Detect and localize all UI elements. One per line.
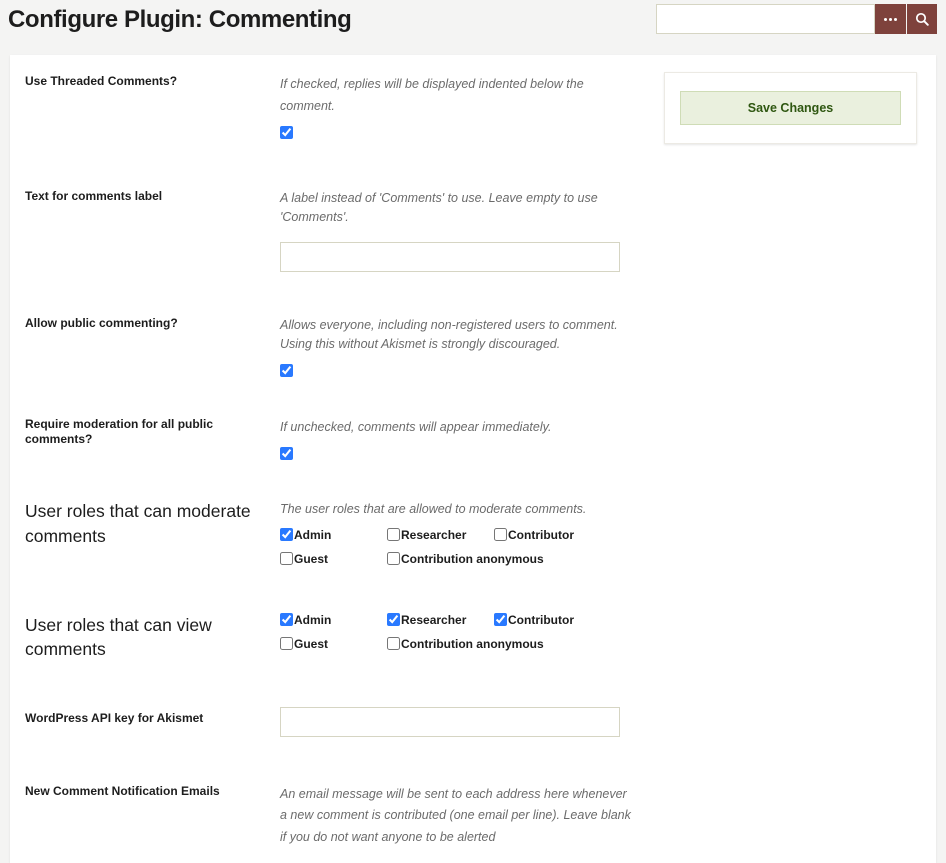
role-label: Contributor bbox=[508, 612, 574, 627]
role-checkbox-contributor[interactable]: Contributor bbox=[494, 613, 574, 627]
roles-row: Admin Researcher Contributor bbox=[280, 613, 637, 627]
field-help: An email message will be sent to each ad… bbox=[280, 786, 631, 844]
moderate-contributor-checkbox[interactable] bbox=[494, 528, 507, 541]
role-label: Researcher bbox=[401, 527, 467, 542]
save-changes-card: Save Changes bbox=[664, 72, 917, 144]
search-bar bbox=[656, 4, 937, 34]
threaded-checkbox-row bbox=[280, 124, 637, 142]
top-bar: Configure Plugin: Commenting bbox=[0, 0, 946, 40]
role-checkbox-researcher[interactable]: Researcher bbox=[387, 613, 494, 627]
public-commenting-checkbox[interactable] bbox=[280, 363, 293, 377]
field-help: Allows everyone, including non-registere… bbox=[280, 317, 618, 352]
view-guest-checkbox[interactable] bbox=[280, 637, 293, 650]
roles-row: Guest Contribution anonymous bbox=[280, 637, 637, 651]
roles-row: Guest Contribution anonymous bbox=[280, 552, 637, 566]
field-body: A label instead of 'Comments' to use. Le… bbox=[280, 189, 655, 272]
view-roles-group: Admin Researcher Contributor Guest Contr… bbox=[280, 613, 637, 651]
field-body: The user roles that are allowed to moder… bbox=[280, 499, 655, 576]
field-label: Require moderation for all public commen… bbox=[25, 416, 214, 446]
role-checkbox-researcher[interactable]: Researcher bbox=[387, 528, 494, 542]
field-moderate-roles: User roles that can moderate comments Th… bbox=[10, 463, 655, 576]
configure-plugin-page: Configure Plugin: Commenting Use Threade… bbox=[0, 0, 946, 863]
role-checkbox-contribution-anonymous[interactable]: Contribution anonymous bbox=[387, 637, 544, 651]
threaded-comments-checkbox[interactable] bbox=[280, 126, 293, 139]
page-title: Configure Plugin: Commenting bbox=[8, 6, 352, 33]
field-require-moderation: Require moderation for all public commen… bbox=[10, 380, 655, 464]
role-label: Admin bbox=[294, 612, 332, 627]
field-label: User roles that can view comments bbox=[25, 614, 212, 660]
more-options-button[interactable] bbox=[875, 4, 906, 34]
view-admin-checkbox[interactable] bbox=[280, 613, 293, 626]
role-label: Admin bbox=[294, 527, 332, 542]
view-contributor-checkbox[interactable] bbox=[494, 613, 507, 626]
field-label: Text for comments label bbox=[25, 189, 163, 203]
field-comments-label: Text for comments label A label instead … bbox=[10, 142, 655, 272]
field-public-commenting: Allow public commenting? Allows everyone… bbox=[10, 272, 655, 380]
role-label: Contributor bbox=[508, 527, 574, 542]
view-anonymous-checkbox[interactable] bbox=[387, 637, 400, 650]
field-threaded-comments: Use Threaded Comments? If checked, repli… bbox=[10, 55, 655, 142]
role-checkbox-contributor[interactable]: Contributor bbox=[494, 528, 574, 542]
role-checkbox-guest[interactable]: Guest bbox=[280, 637, 387, 651]
comments-label-input[interactable] bbox=[280, 241, 620, 272]
require-moderation-checkbox-row bbox=[280, 445, 637, 463]
field-body: Admin Researcher Contributor Guest Contr… bbox=[280, 613, 655, 662]
field-body: If checked, replies will be displayed in… bbox=[280, 74, 655, 142]
field-notification-emails: New Comment Notification Emails An email… bbox=[10, 737, 655, 849]
field-akismet-key: WordPress API key for Akismet bbox=[10, 662, 655, 737]
save-changes-button[interactable]: Save Changes bbox=[680, 91, 901, 125]
field-body: An email message will be sent to each ad… bbox=[280, 784, 655, 849]
field-label: Allow public commenting? bbox=[25, 315, 178, 330]
role-checkbox-guest[interactable]: Guest bbox=[280, 552, 387, 566]
role-label: Guest bbox=[294, 636, 329, 651]
search-button[interactable] bbox=[906, 4, 937, 34]
moderate-admin-checkbox[interactable] bbox=[280, 528, 293, 541]
role-label: Contribution anonymous bbox=[401, 551, 544, 566]
field-view-roles: User roles that can view comments Admin … bbox=[10, 576, 655, 662]
ellipsis-icon bbox=[884, 17, 897, 21]
moderate-anonymous-checkbox[interactable] bbox=[387, 552, 400, 565]
view-researcher-checkbox[interactable] bbox=[387, 613, 400, 626]
field-label: WordPress API key for Akismet bbox=[25, 710, 204, 725]
field-help: A label instead of 'Comments' to use. Le… bbox=[280, 191, 598, 225]
content-panel: Use Threaded Comments? If checked, repli… bbox=[10, 55, 936, 863]
field-help: If unchecked, comments will appear immed… bbox=[280, 419, 552, 434]
public-commenting-checkbox-row bbox=[280, 362, 637, 380]
moderate-roles-group: Admin Researcher Contributor Guest Contr… bbox=[280, 528, 637, 566]
search-icon bbox=[915, 12, 929, 26]
field-help: If checked, replies will be displayed in… bbox=[280, 77, 584, 113]
moderate-guest-checkbox[interactable] bbox=[280, 552, 293, 565]
role-checkbox-admin[interactable]: Admin bbox=[280, 528, 387, 542]
akismet-key-input[interactable] bbox=[280, 706, 620, 737]
search-input[interactable] bbox=[656, 4, 875, 34]
field-label: User roles that can moderate comments bbox=[25, 501, 251, 546]
role-label: Researcher bbox=[401, 612, 467, 627]
field-label: Use Threaded Comments? bbox=[25, 74, 178, 88]
roles-row: Admin Researcher Contributor bbox=[280, 528, 637, 542]
role-label: Guest bbox=[294, 551, 329, 566]
role-label: Contribution anonymous bbox=[401, 636, 544, 651]
field-body: Allows everyone, including non-registere… bbox=[280, 316, 655, 380]
field-body: If unchecked, comments will appear immed… bbox=[280, 417, 655, 464]
field-body bbox=[280, 706, 655, 737]
role-checkbox-contribution-anonymous[interactable]: Contribution anonymous bbox=[387, 552, 544, 566]
moderate-researcher-checkbox[interactable] bbox=[387, 528, 400, 541]
field-label: New Comment Notification Emails bbox=[25, 783, 220, 798]
field-help: The user roles that are allowed to moder… bbox=[280, 502, 587, 516]
settings-form: Use Threaded Comments? If checked, repli… bbox=[10, 55, 655, 848]
role-checkbox-admin[interactable]: Admin bbox=[280, 613, 387, 627]
require-moderation-checkbox[interactable] bbox=[280, 447, 293, 460]
